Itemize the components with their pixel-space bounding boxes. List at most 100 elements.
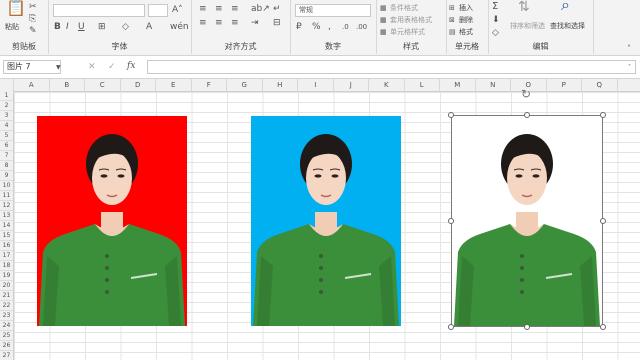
- row-header[interactable]: 18: [0, 261, 13, 271]
- grow-font-icon[interactable]: A˄: [172, 5, 183, 15]
- row-header[interactable]: 25: [0, 331, 13, 341]
- row-header[interactable]: 12: [0, 201, 13, 211]
- underline-icon[interactable]: U: [78, 22, 85, 32]
- orientation-icon[interactable]: ab↗: [251, 4, 270, 14]
- column-header[interactable]: M: [440, 79, 476, 91]
- enter-icon[interactable]: ✓: [108, 62, 116, 72]
- row-header[interactable]: 8: [0, 161, 13, 171]
- row-header[interactable]: 20: [0, 281, 13, 291]
- indent-icon[interactable]: ⇥: [251, 18, 259, 28]
- row-header[interactable]: 14: [0, 221, 13, 231]
- row-header[interactable]: 22: [0, 301, 13, 311]
- row-header[interactable]: 3: [0, 111, 13, 121]
- resize-handle-e[interactable]: [600, 218, 606, 224]
- column-header[interactable]: P: [547, 79, 582, 91]
- resize-handle-n[interactable]: [524, 112, 530, 118]
- cut-icon[interactable]: ✂: [29, 2, 37, 12]
- name-box[interactable]: 图片 7: [3, 60, 61, 74]
- fill-color-icon[interactable]: ◇: [122, 22, 129, 32]
- fill-icon[interactable]: ⬇: [492, 15, 500, 25]
- bold-icon[interactable]: B: [54, 22, 61, 32]
- collapse-ribbon-icon[interactable]: ˄: [627, 44, 631, 54]
- column-header[interactable]: Q: [582, 79, 618, 91]
- cell-styles-button[interactable]: 单元格样式: [390, 27, 425, 37]
- row-header[interactable]: 23: [0, 311, 13, 321]
- decrease-decimal-icon[interactable]: .00: [356, 22, 367, 32]
- column-header[interactable]: B: [50, 79, 85, 91]
- align-top-icon[interactable]: ≡: [199, 4, 207, 14]
- format-as-table-button[interactable]: 套用表格格式: [390, 15, 432, 25]
- column-header[interactable]: G: [227, 79, 263, 91]
- column-header[interactable]: F: [192, 79, 227, 91]
- sort-filter-button[interactable]: 排序和筛选: [510, 21, 545, 31]
- column-header[interactable]: D: [121, 79, 156, 91]
- comma-style-icon[interactable]: ,: [328, 22, 331, 32]
- column-header[interactable]: I: [298, 79, 334, 91]
- column-header[interactable]: L: [405, 79, 440, 91]
- autosum-icon[interactable]: Σ: [492, 2, 498, 12]
- row-header[interactable]: 7: [0, 151, 13, 161]
- row-header[interactable]: 1: [0, 91, 13, 101]
- row-header[interactable]: 21: [0, 291, 13, 301]
- font-size-select[interactable]: [148, 4, 168, 17]
- delete-button[interactable]: 删除: [459, 15, 473, 25]
- increase-decimal-icon[interactable]: .0: [342, 22, 349, 32]
- align-right-icon[interactable]: ≡: [231, 18, 239, 28]
- percent-icon[interactable]: %: [312, 22, 321, 32]
- font-color-icon[interactable]: A: [146, 22, 152, 32]
- find-select-button[interactable]: 查找和选择: [550, 21, 585, 31]
- currency-icon[interactable]: ₽: [296, 22, 302, 32]
- insert-function-icon[interactable]: fx: [127, 61, 135, 71]
- row-header[interactable]: 6: [0, 141, 13, 151]
- column-header[interactable]: J: [334, 79, 369, 91]
- row-header[interactable]: 16: [0, 241, 13, 251]
- format-button[interactable]: 格式: [459, 27, 473, 37]
- photo-blue-background[interactable]: [251, 116, 401, 326]
- row-header[interactable]: 11: [0, 191, 13, 201]
- resize-handle-w[interactable]: [448, 218, 454, 224]
- resize-handle-nw[interactable]: [448, 112, 454, 118]
- row-header[interactable]: 27: [0, 351, 13, 360]
- phonetic-icon[interactable]: wén: [170, 22, 189, 32]
- conditional-format-button[interactable]: 条件格式: [390, 3, 418, 13]
- resize-handle-ne[interactable]: [600, 112, 606, 118]
- expand-formula-icon[interactable]: ˅: [628, 63, 631, 73]
- formula-input[interactable]: [147, 60, 636, 74]
- select-all-corner[interactable]: [0, 79, 14, 91]
- column-header[interactable]: C: [85, 79, 121, 91]
- row-header[interactable]: 24: [0, 321, 13, 331]
- cancel-icon[interactable]: ✕: [88, 62, 96, 72]
- resize-handle-se[interactable]: [600, 324, 606, 330]
- copy-icon[interactable]: ⎘: [29, 14, 36, 24]
- name-box-dropdown-icon[interactable]: ▼: [56, 63, 61, 73]
- number-format-select[interactable]: 常规: [295, 4, 371, 17]
- paste-label[interactable]: 粘贴: [5, 22, 19, 32]
- column-header[interactable]: E: [156, 79, 192, 91]
- row-header[interactable]: 13: [0, 211, 13, 221]
- row-header[interactable]: 15: [0, 231, 13, 241]
- column-header[interactable]: K: [369, 79, 405, 91]
- align-left-icon[interactable]: ≡: [199, 18, 207, 28]
- paste-icon[interactable]: 📋: [6, 0, 26, 16]
- merge-center-icon[interactable]: ⊟: [273, 18, 281, 28]
- row-header[interactable]: 5: [0, 131, 13, 141]
- photo-red-background[interactable]: [37, 116, 187, 326]
- row-header[interactable]: 17: [0, 251, 13, 261]
- format-painter-icon[interactable]: ✎: [29, 26, 37, 36]
- row-header[interactable]: 2: [0, 101, 13, 111]
- clear-icon[interactable]: ◇: [492, 28, 499, 38]
- row-header[interactable]: 26: [0, 341, 13, 351]
- resize-handle-s[interactable]: [524, 324, 530, 330]
- row-header[interactable]: 10: [0, 181, 13, 191]
- align-center-icon[interactable]: ≡: [215, 18, 223, 28]
- border-icon[interactable]: ⊞: [98, 22, 106, 32]
- insert-button[interactable]: 插入: [459, 3, 473, 13]
- column-header[interactable]: A: [14, 79, 50, 91]
- row-header[interactable]: 19: [0, 271, 13, 281]
- font-name-select[interactable]: [53, 4, 145, 17]
- wrap-text-icon[interactable]: ↵: [273, 4, 281, 14]
- resize-handle-sw[interactable]: [448, 324, 454, 330]
- align-bottom-icon[interactable]: ≡: [231, 4, 239, 14]
- align-middle-icon[interactable]: ≡: [215, 4, 223, 14]
- rotate-handle-icon[interactable]: ↻: [521, 88, 531, 100]
